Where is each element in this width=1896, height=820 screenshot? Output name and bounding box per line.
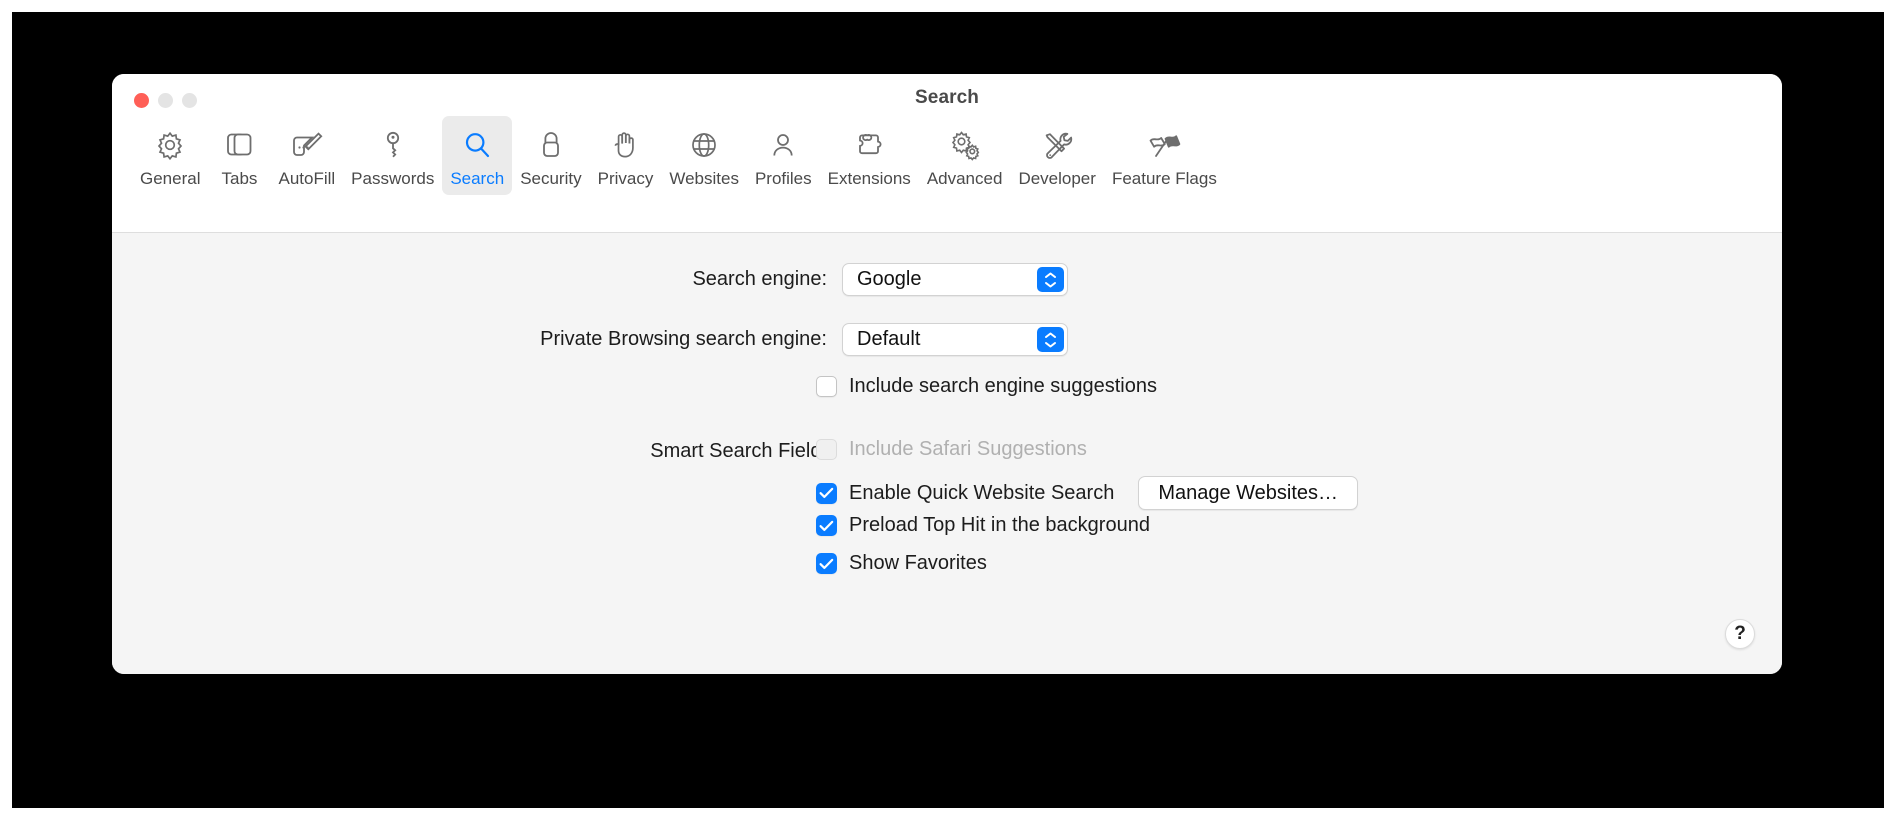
page-margin-top: [0, 0, 1896, 12]
search-engine-select[interactable]: Google: [842, 263, 1068, 296]
autofill-icon: [289, 125, 325, 165]
include-safari-suggestions-checkbox: [816, 439, 837, 460]
lock-icon: [534, 125, 568, 165]
globe-icon: [687, 125, 721, 165]
preload-top-hit-checkbox[interactable]: [816, 515, 837, 536]
show-favorites-label: Show Favorites: [849, 552, 987, 574]
flags-icon: [1145, 125, 1183, 165]
toolbar-item-autofill[interactable]: AutoFill: [270, 116, 343, 195]
gear-icon: [153, 125, 187, 165]
toolbar-item-extensions[interactable]: Extensions: [820, 116, 919, 195]
toolbar-item-websites[interactable]: Websites: [661, 116, 747, 195]
toolbar-item-security[interactable]: Security: [512, 116, 589, 195]
search-engine-row: Search engine: Google: [112, 263, 1782, 296]
smart-search-field-row: Smart Search Field:: [112, 440, 827, 463]
include-suggestions-row[interactable]: Include search engine suggestions: [816, 375, 1157, 398]
toolbar-label: Security: [520, 169, 582, 188]
key-icon: [376, 125, 410, 165]
tools-icon: [1039, 125, 1075, 165]
toolbar-label: Developer: [1018, 169, 1096, 188]
tabs-icon: [222, 125, 256, 165]
toolbar-label: Extensions: [827, 169, 911, 188]
toolbar-label: General: [140, 169, 201, 188]
toolbar-item-tabs[interactable]: Tabs: [208, 116, 270, 195]
gears-icon: [947, 125, 983, 165]
search-engine-label: Search engine:: [692, 268, 827, 290]
toolbar-item-passwords[interactable]: Passwords: [343, 116, 442, 195]
enable-quick-website-search-checkbox[interactable]: [816, 482, 837, 504]
toolbar-item-feature-flags[interactable]: Feature Flags: [1104, 116, 1225, 195]
toolbar-item-privacy[interactable]: Privacy: [590, 116, 662, 195]
private-search-engine-value: Default: [857, 328, 921, 350]
enable-quick-website-search-label: Enable Quick Website Search: [849, 481, 1115, 504]
search-preferences-window: Search General Tabs AutoFill Passwords S…: [112, 74, 1782, 674]
toolbar-label: Privacy: [597, 169, 654, 188]
page-margin-left: [0, 0, 12, 820]
toolbar-item-search[interactable]: Search: [442, 116, 513, 195]
puzzle-icon: [852, 125, 886, 165]
private-search-engine-label: Private Browsing search engine:: [540, 328, 827, 350]
include-suggestions-checkbox[interactable]: [816, 376, 837, 397]
toolbar-label: Advanced: [926, 169, 1003, 188]
toolbar-label: Passwords: [351, 169, 435, 188]
window-titlebar: Search General Tabs AutoFill Passwords S…: [112, 74, 1782, 233]
smart-search-field-label: Smart Search Field:: [650, 440, 827, 462]
magnifier-icon: [460, 125, 494, 165]
toolbar-label: Profiles: [754, 169, 812, 188]
toolbar-item-general[interactable]: General: [132, 116, 208, 195]
hand-icon: [608, 125, 642, 165]
page-margin-bottom: [0, 808, 1896, 820]
chevron-updown-icon[interactable]: [1037, 327, 1064, 352]
toolbar-label: Search: [450, 169, 505, 188]
toolbar-label: Websites: [669, 169, 739, 188]
include-safari-suggestions-label: Include Safari Suggestions: [849, 438, 1087, 460]
private-search-engine-select[interactable]: Default: [842, 323, 1068, 356]
person-icon: [766, 125, 800, 165]
preferences-toolbar: General Tabs AutoFill Passwords Search S…: [132, 116, 1762, 195]
private-search-engine-row: Private Browsing search engine: Default: [112, 323, 1782, 356]
manage-websites-button[interactable]: Manage Websites…: [1138, 476, 1359, 510]
preload-top-hit-row[interactable]: Preload Top Hit in the background: [816, 514, 1150, 537]
toolbar-label: Feature Flags: [1111, 169, 1217, 188]
show-favorites-row[interactable]: Show Favorites: [816, 552, 987, 575]
settings-content: Search engine: Google Private Browsing s…: [112, 233, 1782, 674]
toolbar-item-profiles[interactable]: Profiles: [747, 116, 820, 195]
help-button[interactable]: ?: [1725, 619, 1755, 649]
include-suggestions-label: Include search engine suggestions: [849, 375, 1157, 397]
window-title: Search: [915, 87, 979, 108]
page-margin-right: [1884, 0, 1896, 820]
chevron-updown-icon[interactable]: [1037, 267, 1064, 292]
include-safari-suggestions-row: Include Safari Suggestions: [816, 438, 1087, 461]
toolbar-item-developer[interactable]: Developer: [1010, 116, 1104, 195]
search-engine-value: Google: [857, 268, 922, 290]
toolbar-label: Tabs: [221, 169, 258, 188]
show-favorites-checkbox[interactable]: [816, 553, 837, 574]
toolbar-label: AutoFill: [278, 169, 336, 188]
preload-top-hit-label: Preload Top Hit in the background: [849, 514, 1150, 536]
toolbar-item-advanced[interactable]: Advanced: [919, 116, 1011, 195]
enable-quick-website-search-row[interactable]: Enable Quick Website Search Manage Websi…: [816, 476, 1359, 510]
